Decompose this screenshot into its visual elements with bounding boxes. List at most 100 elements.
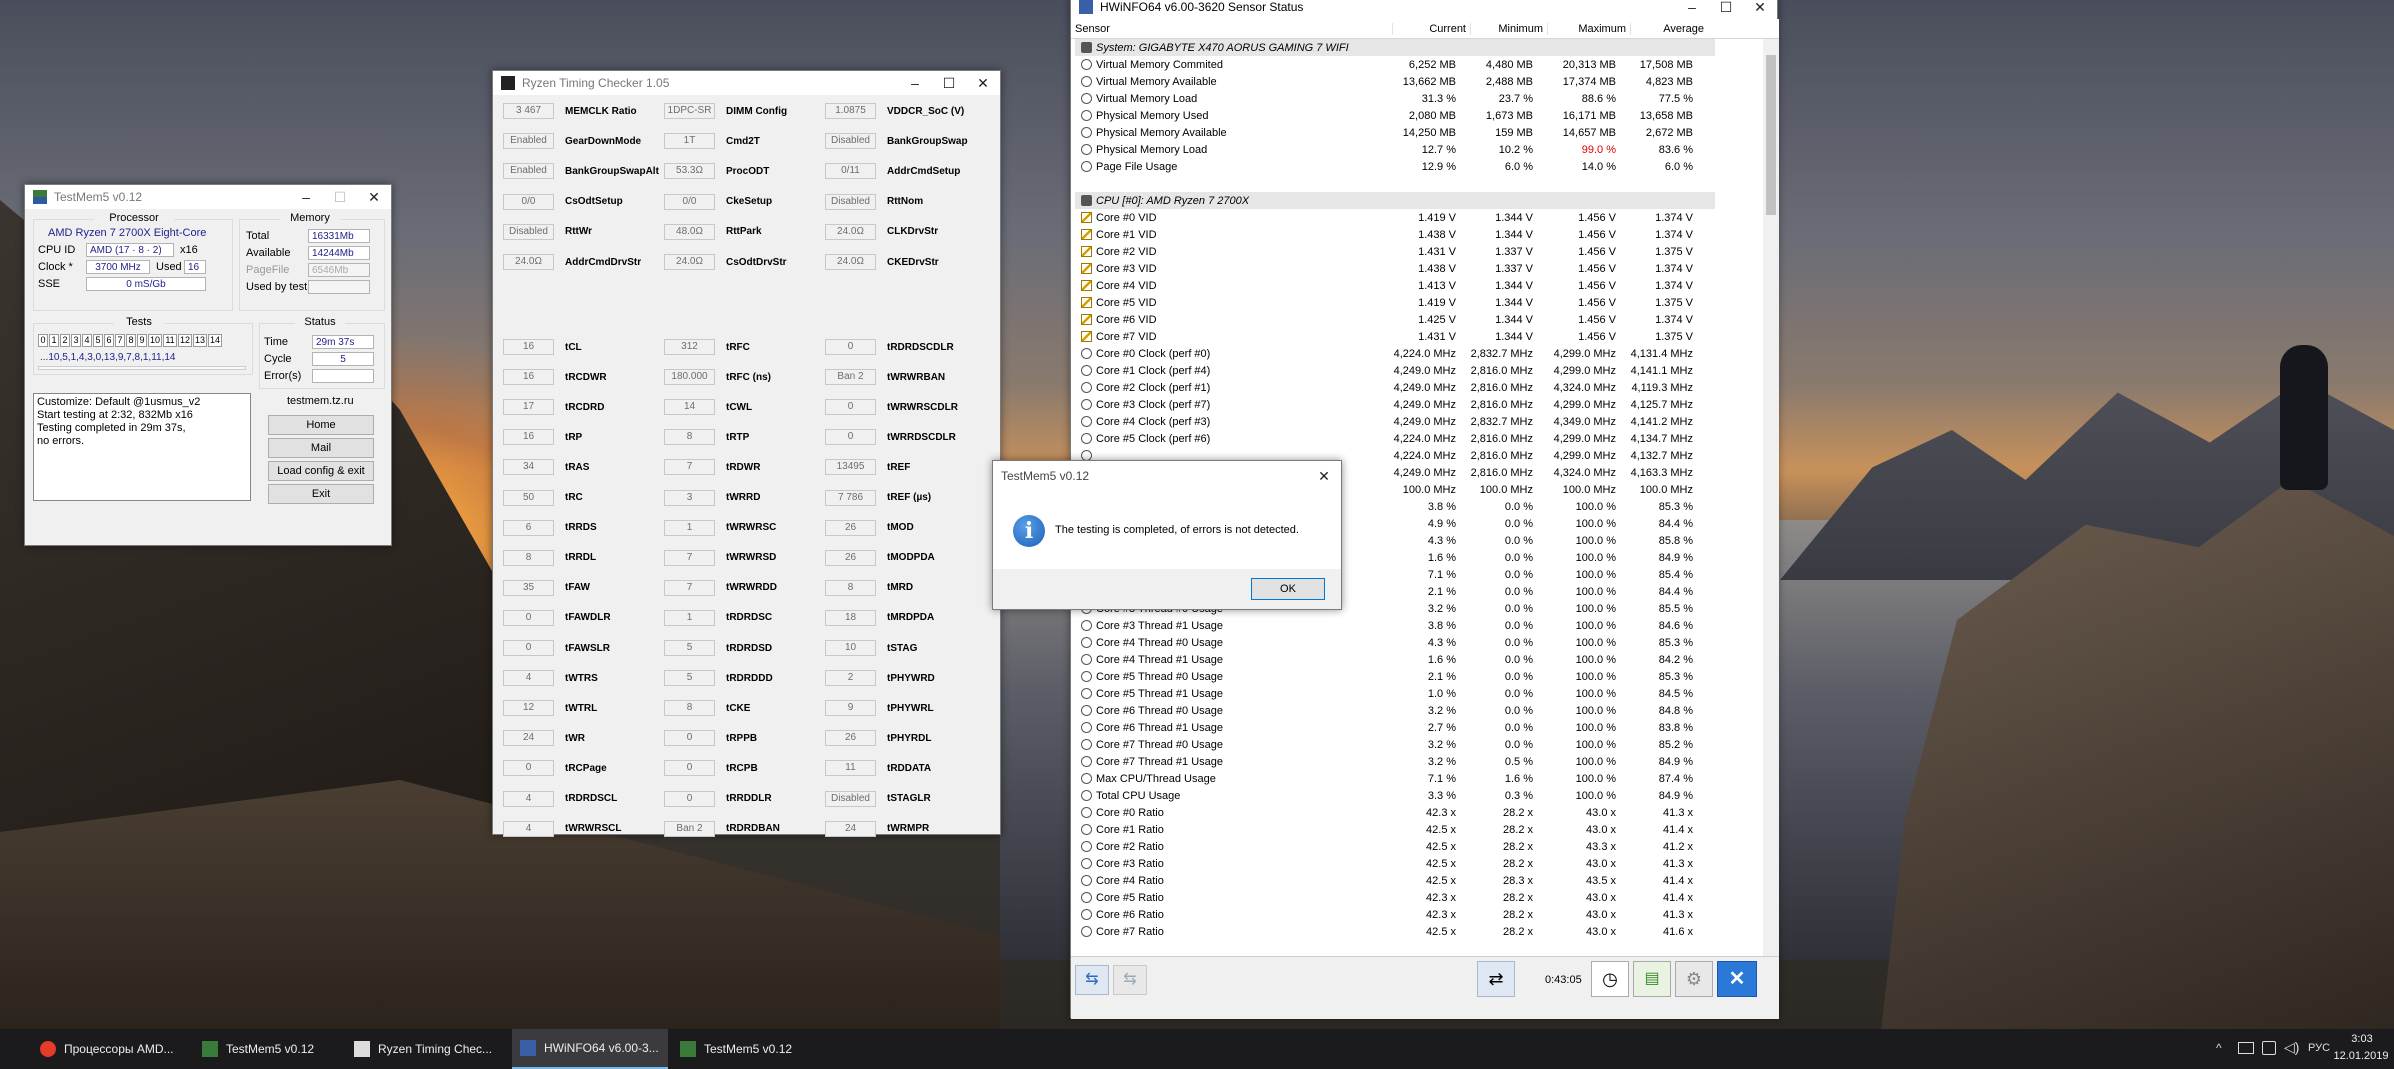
sensor-row[interactable]: Virtual Memory Load 31.3 % 23.7 % 88.6 % 77.… [1075,90,1779,107]
sensor-row[interactable]: Core #2 Ratio 42.5 x 28.2 x 43.3 x 41.2 x [1075,838,1779,855]
taskbar-item[interactable]: Процессоры AMD... [32,1029,188,1069]
network-icon[interactable]: ⇄ [1477,961,1515,997]
close-button[interactable]: ✕ [966,75,1000,92]
test-number-box: 8 [126,334,136,347]
scrollbar-thumb[interactable] [1766,55,1776,215]
sensor-row[interactable]: Core #6 Thread #1 Usage 2.7 % 0.0 % 100.0 %… [1075,719,1779,736]
vertical-scrollbar[interactable] [1763,39,1779,956]
maximize-button[interactable]: ☐ [1709,0,1743,16]
taskbar-item[interactable]: TestMem5 v0.12 [672,1029,820,1069]
col-header[interactable]: Minimum [1471,22,1548,35]
sensor-row[interactable]: Physical Memory Available 14,250 MB 159 MB… [1075,124,1779,141]
language-indicator[interactable]: РУС [2308,1042,2330,1054]
sensor-row[interactable]: Max CPU/Thread Usage 7.1 % 1.6 % 100.0 % 87.… [1075,770,1779,787]
taskbar-item[interactable]: Ryzen Timing Chec... [346,1029,508,1069]
maximize-button[interactable]: ☐ [932,75,966,92]
display-icon[interactable] [2238,1042,2254,1054]
sensor-row[interactable]: Page File Usage 12.9 % 6.0 % 14.0 % 6.0 % [1075,158,1779,175]
timing-label: tCL [565,341,582,353]
prev-sensor-button[interactable]: ⇆ [1075,965,1109,995]
sensor-row[interactable]: Core #2 Clock (perf #1) 4,249.0 MHz 2,816.… [1075,379,1779,396]
col-header[interactable]: Average [1631,23,1708,35]
network-tray-icon[interactable] [2262,1041,2276,1055]
close-sensors-button[interactable]: ✕ [1717,961,1757,997]
sensor-name-cell: Core #5 Thread #1 Usage [1075,688,1382,700]
tray-date[interactable]: 12.01.2019 [2330,1050,2392,1062]
sensor-row[interactable]: Virtual Memory Available 13,662 MB 2,488 M… [1075,73,1779,90]
maximize-button[interactable]: ☐ [323,189,357,206]
sensor-row[interactable]: Core #0 Clock (perf #0) 4,224.0 MHz 2,832.… [1075,345,1779,362]
sensor-row[interactable]: Core #7 VID 1.431 V 1.344 V 1.456 V 1.375 V [1075,328,1779,345]
hwinfo-titlebar[interactable]: HWiNFO64 v6.00-3620 Sensor Status – ☐ ✕ [1071,0,1777,19]
ok-button[interactable]: OK [1251,578,1325,600]
sensor-row[interactable]: Core #1 VID 1.438 V 1.344 V 1.456 V 1.374 V [1075,226,1779,243]
home-button[interactable]: Home [268,415,374,435]
col-header[interactable]: Current [1393,22,1471,35]
sensor-row[interactable]: Core #4 VID 1.413 V 1.344 V 1.456 V 1.374 V [1075,277,1779,294]
sensor-row[interactable]: Core #1 Ratio 42.5 x 28.2 x 43.0 x 41.4 x [1075,821,1779,838]
start-button[interactable] [0,1029,34,1069]
testmem-titlebar[interactable]: TestMem5 v0.12 – ☐ ✕ [25,185,391,209]
sensor-row[interactable]: Core #1 Clock (perf #4) 4,249.0 MHz 2,816.… [1075,362,1779,379]
col-header[interactable]: Maximum [1548,22,1631,35]
mail-button[interactable]: Mail [268,438,374,458]
sensor-row[interactable]: Virtual Memory Commited 6,252 MB 4,480 MB 2… [1075,56,1779,73]
sensor-row[interactable]: Core #2 VID 1.431 V 1.337 V 1.456 V 1.375 V [1075,243,1779,260]
timing-value: 35 [503,579,554,596]
sensor-row[interactable]: Core #5 Thread #0 Usage 2.1 % 0.0 % 100.0 %… [1075,668,1779,685]
sensor-row[interactable] [1075,175,1779,192]
sensor-row[interactable]: Core #7 Thread #0 Usage 3.2 % 0.0 % 100.0 %… [1075,736,1779,753]
sensor-row[interactable]: Core #7 Ratio 42.5 x 28.2 x 43.0 x 41.6 x [1075,923,1779,940]
rtc-titlebar[interactable]: Ryzen Timing Checker 1.05 – ☐ ✕ [493,71,1000,95]
sensor-group-row[interactable]: System: GIGABYTE X470 AORUS GAMING 7 WIF… [1075,39,1715,56]
sensor-row[interactable]: Physical Memory Load 12.7 % 10.2 % 99.0 % 83… [1075,141,1779,158]
minimize-button[interactable]: – [1675,0,1709,15]
col-header[interactable]: Sensor [1071,22,1393,35]
tray-time[interactable]: 3:03 [2334,1033,2390,1045]
sensor-row[interactable]: Core #6 VID 1.425 V 1.344 V 1.456 V 1.374 V [1075,311,1779,328]
sensor-row[interactable]: Core #4 Ratio 42.5 x 28.3 x 43.5 x 41.4 x [1075,872,1779,889]
sensor-row[interactable]: Physical Memory Used 2,080 MB 1,673 MB 16,1… [1075,107,1779,124]
next-sensor-button[interactable]: ⇆ [1113,965,1147,995]
tray-caret-icon[interactable]: ^ [2216,1041,2222,1055]
clock-icon[interactable]: ◷ [1591,961,1629,997]
rtc-window[interactable]: Ryzen Timing Checker 1.05 – ☐ ✕ 3 467 MEM… [492,70,1001,837]
sensor-row[interactable]: Core #3 Ratio 42.5 x 28.2 x 43.0 x 41.3 x [1075,855,1779,872]
sensor-row[interactable]: Core #3 VID 1.438 V 1.337 V 1.456 V 1.374 V [1075,260,1779,277]
close-button[interactable]: ✕ [1743,0,1777,16]
completion-dialog[interactable]: TestMem5 v0.12 ✕ i The testing is comple… [992,460,1342,610]
close-button[interactable]: ✕ [1307,468,1341,485]
settings-icon[interactable]: ⚙ [1675,961,1713,997]
dialog-titlebar[interactable]: TestMem5 v0.12 ✕ [993,461,1341,491]
minimize-button[interactable]: – [898,75,932,91]
sensor-row[interactable]: Core #6 Ratio 42.3 x 28.2 x 43.0 x 41.3 x [1075,906,1779,923]
minimize-button[interactable]: – [289,189,323,205]
report-icon[interactable]: ▤ [1633,961,1671,997]
sensor-row[interactable]: Core #5 Clock (perf #6) 4,224.0 MHz 2,816.… [1075,430,1779,447]
taskbar-item[interactable]: TestMem5 v0.12 [194,1029,342,1069]
sensor-name-cell: Virtual Memory Commited [1075,59,1382,71]
sensor-row[interactable]: Core #4 Thread #0 Usage 4.3 % 0.0 % 100.0 %… [1075,634,1779,651]
sensor-row[interactable]: Core #5 VID 1.419 V 1.344 V 1.456 V 1.375 V [1075,294,1779,311]
sensor-row[interactable]: Total CPU Usage 3.3 % 0.3 % 100.0 % 84.9 % [1075,787,1779,804]
testmem-window[interactable]: TestMem5 v0.12 – ☐ ✕ Processor AMD Ryzen… [24,184,392,546]
timing-item: 180.000 tRFC (ns) [664,369,771,386]
sensor-row[interactable]: Core #5 Thread #1 Usage 1.0 % 0.0 % 100.0 %… [1075,685,1779,702]
site-link[interactable]: testmem.tz.ru [287,395,354,407]
sensor-row[interactable]: Core #3 Thread #1 Usage 3.8 % 0.0 % 100.0 %… [1075,617,1779,634]
taskbar-item[interactable]: HWiNFO64 v6.00-3... [512,1029,668,1069]
volume-icon[interactable]: ◁) [2284,1039,2299,1056]
sensor-row[interactable]: Core #5 Ratio 42.3 x 28.2 x 43.0 x 41.4 x [1075,889,1779,906]
sensor-row[interactable]: Core #6 Thread #0 Usage 3.2 % 0.0 % 100.0 %… [1075,702,1779,719]
load-config-exit-button[interactable]: Load config & exit [268,461,374,481]
sensor-row[interactable]: Core #0 VID 1.419 V 1.344 V 1.456 V 1.374 V [1075,209,1779,226]
sensor-row[interactable]: Core #0 Ratio 42.3 x 28.2 x 43.0 x 41.3 x [1075,804,1779,821]
log-textbox[interactable]: Customize: Default @1usmus_v2 Start test… [33,393,251,501]
exit-button[interactable]: Exit [268,484,374,504]
sensor-row[interactable]: Core #4 Clock (perf #3) 4,249.0 MHz 2,832.… [1075,413,1779,430]
close-button[interactable]: ✕ [357,189,391,206]
sensor-row[interactable]: Core #7 Thread #1 Usage 3.2 % 0.5 % 100.0 %… [1075,753,1779,770]
sensor-row[interactable]: Core #4 Thread #1 Usage 1.6 % 0.0 % 100.0 %… [1075,651,1779,668]
sensor-row[interactable]: Core #3 Clock (perf #7) 4,249.0 MHz 2,816.… [1075,396,1779,413]
sensor-group-row[interactable]: CPU [#0]: AMD Ryzen 7 2700X [1075,192,1715,209]
